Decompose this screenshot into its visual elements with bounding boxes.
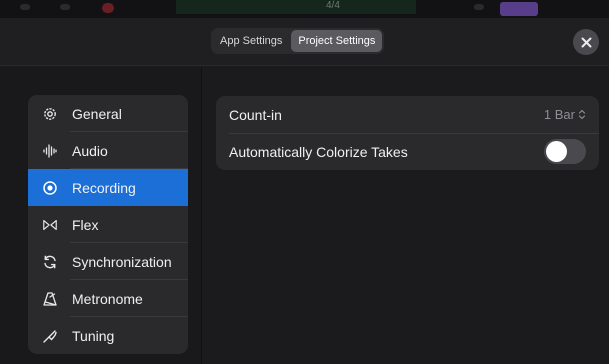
- tab-project-settings[interactable]: Project Settings: [291, 30, 383, 52]
- colorize-takes-label: Automatically Colorize Takes: [229, 143, 408, 160]
- background-time-signature: 4/4: [326, 0, 340, 11]
- sync-icon: [42, 254, 58, 270]
- settings-sidebar: General Audio Recording Flex Synchroniza…: [28, 95, 188, 354]
- settings-content: General Audio Recording Flex Synchroniza…: [0, 67, 609, 364]
- metronome-icon: [42, 291, 58, 307]
- background-app-strip: 4/4: [0, 0, 609, 18]
- record-icon: [42, 180, 58, 196]
- settings-header: App Settings Project Settings: [0, 18, 609, 66]
- tab-app-settings[interactable]: App Settings: [213, 30, 289, 52]
- sidebar-item-flex[interactable]: Flex: [28, 206, 188, 243]
- sidebar-item-recording[interactable]: Recording: [28, 169, 188, 206]
- flex-icon: [42, 217, 58, 233]
- count-in-selector[interactable]: 1 Bar: [544, 107, 586, 122]
- toggle-knob: [546, 141, 567, 162]
- sidebar-item-label: Synchronization: [72, 253, 172, 270]
- settings-segmented-control: App Settings Project Settings: [211, 28, 385, 54]
- chevron-up-down-icon: [578, 109, 586, 120]
- sidebar-item-label: Metronome: [72, 290, 143, 307]
- sidebar-item-label: Flex: [72, 216, 99, 233]
- sidebar-item-label: Audio: [72, 142, 108, 159]
- gear-icon: [42, 106, 58, 122]
- sidebar-item-label: Recording: [72, 179, 136, 196]
- background-control: [60, 4, 70, 10]
- count-in-value: 1 Bar: [543, 107, 575, 122]
- sidebar-item-tuning[interactable]: Tuning: [28, 317, 188, 354]
- count-in-label: Count-in: [229, 106, 282, 123]
- colorize-takes-toggle[interactable]: [544, 139, 586, 164]
- colorize-takes-row: Automatically Colorize Takes: [216, 133, 599, 170]
- waveform-icon: [42, 143, 58, 159]
- close-button[interactable]: [573, 29, 599, 55]
- sidebar-pane: General Audio Recording Flex Synchroniza…: [0, 67, 202, 364]
- sidebar-item-label: Tuning: [72, 327, 115, 344]
- background-record-indicator: [102, 3, 114, 13]
- tuning-fork-icon: [42, 328, 58, 344]
- background-control: [20, 4, 30, 10]
- sidebar-item-general[interactable]: General: [28, 95, 188, 132]
- background-track-button: [500, 2, 538, 16]
- close-icon: [581, 37, 591, 47]
- sidebar-item-metronome[interactable]: Metronome: [28, 280, 188, 317]
- recording-settings-group: Count-in 1 Bar Automatically Colorize Ta…: [216, 96, 599, 170]
- settings-window: 4/4 App Settings Project Settings Genera…: [0, 0, 609, 364]
- sidebar-item-synchronization[interactable]: Synchronization: [28, 243, 188, 280]
- background-lcd: [176, 0, 416, 14]
- sidebar-item-label: General: [72, 105, 122, 122]
- count-in-row: Count-in 1 Bar: [216, 96, 599, 133]
- background-control: [474, 4, 484, 10]
- sidebar-item-audio[interactable]: Audio: [28, 132, 188, 169]
